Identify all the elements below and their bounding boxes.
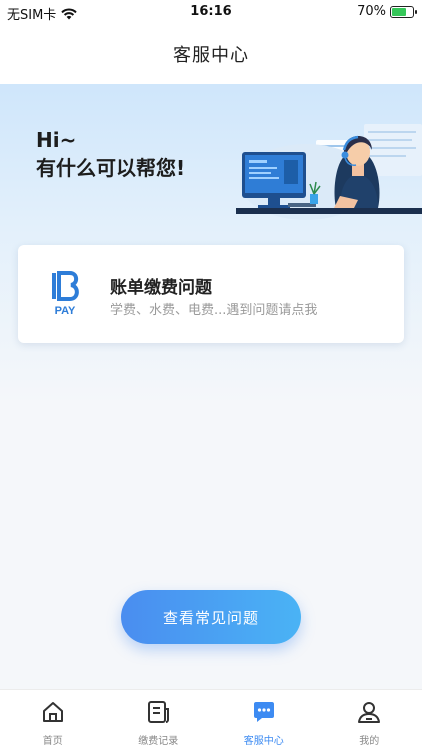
b-pay-logo-text: PAY [55, 305, 76, 317]
tab-customer-service-label: 客服中心 [243, 736, 284, 747]
tab-home-label: 首页 [42, 736, 63, 747]
hero-banner: Hi~ 有什么可以帮您! [0, 84, 422, 404]
battery-percent: 70% [357, 4, 386, 19]
tab-me-label: 我的 [359, 736, 380, 747]
nav-bar: 客服中心 [0, 24, 422, 84]
greeting-line-2: 有什么可以帮您! [36, 156, 186, 180]
card-title: 账单缴费问题 [110, 278, 212, 298]
status-bar: 无SIM卡 16:16 70% [0, 0, 422, 24]
greeting: Hi~ 有什么可以帮您! [36, 126, 185, 182]
page-title: 客服中心 [173, 45, 249, 66]
document-icon [148, 701, 170, 723]
status-right: 70% [357, 4, 417, 19]
tab-payment-records-label: 缴费记录 [138, 736, 179, 747]
greeting-line-1: Hi~ [36, 128, 77, 152]
chat-icon [253, 702, 274, 722]
b-pay-logo: PAY [52, 271, 79, 317]
bill-payment-card[interactable]: PAY 账单缴费问题 学费、水费、电费...遇到问题请点我 [18, 245, 404, 343]
battery-charging-icon [390, 5, 417, 18]
tab-payment-records[interactable]: 缴费记录 [106, 690, 212, 750]
battery-level [392, 7, 406, 16]
tab-home[interactable]: 首页 [0, 690, 106, 750]
home-icon [42, 702, 63, 722]
card-subtitle: 学费、水费、电费...遇到问题请点我 [110, 303, 318, 318]
view-faq-button[interactable]: 查看常见问题 [121, 590, 301, 644]
customer-service-agent-illustration [236, 124, 422, 220]
user-icon [358, 702, 381, 723]
tab-me[interactable]: 我的 [317, 690, 422, 750]
tab-bar: 首页 缴费记录 客服中心 我的 [0, 689, 422, 750]
tab-customer-service[interactable]: 客服中心 [211, 690, 317, 750]
